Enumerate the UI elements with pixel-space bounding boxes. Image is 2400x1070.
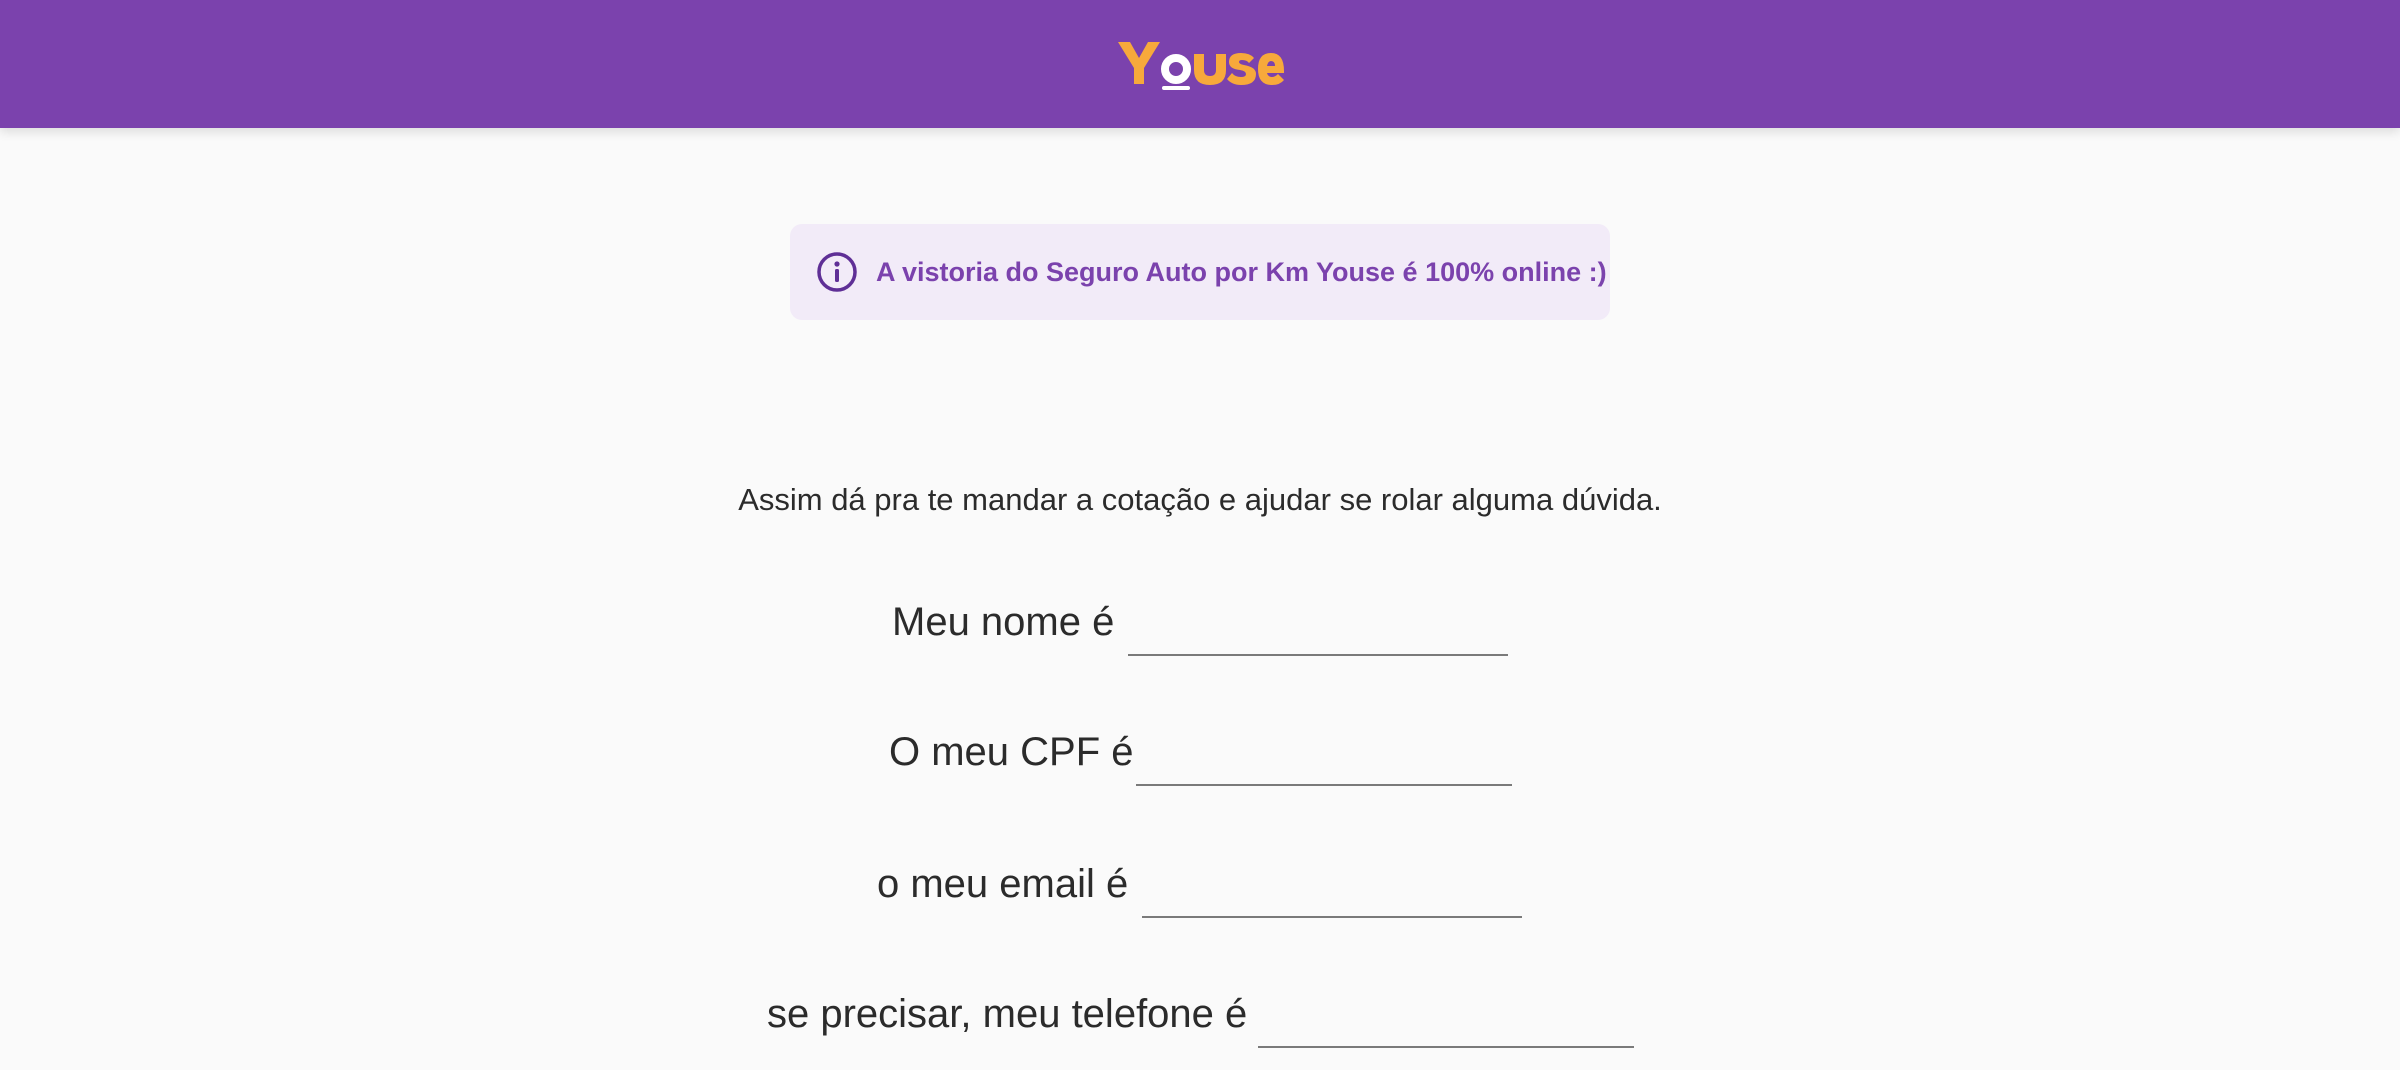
email-label: o meu email é (877, 862, 1129, 906)
info-banner: A vistoria do Seguro Auto por Km Youse é… (790, 224, 1610, 320)
info-banner-text: A vistoria do Seguro Auto por Km Youse é… (876, 256, 1607, 287)
cpf-input[interactable] (1136, 732, 1512, 786)
email-row: o meu email é (0, 862, 2400, 932)
phone-label: se precisar, meu telefone é (767, 992, 1248, 1036)
info-icon (817, 252, 857, 292)
form-intro-text: Assim dá pra te mandar a cotação e ajuda… (738, 482, 1662, 517)
name-label: Meu nome é (892, 600, 1115, 644)
email-input[interactable] (1142, 864, 1522, 918)
cpf-label: O meu CPF é (889, 730, 1134, 774)
youse-logo[interactable] (1116, 36, 1286, 92)
name-input[interactable] (1128, 602, 1508, 656)
phone-row: se precisar, meu telefone é (0, 992, 2400, 1062)
name-row: Meu nome é (0, 600, 2400, 670)
phone-input[interactable] (1258, 994, 1634, 1048)
top-bar (0, 0, 2400, 128)
cpf-row: O meu CPF é (0, 730, 2400, 800)
